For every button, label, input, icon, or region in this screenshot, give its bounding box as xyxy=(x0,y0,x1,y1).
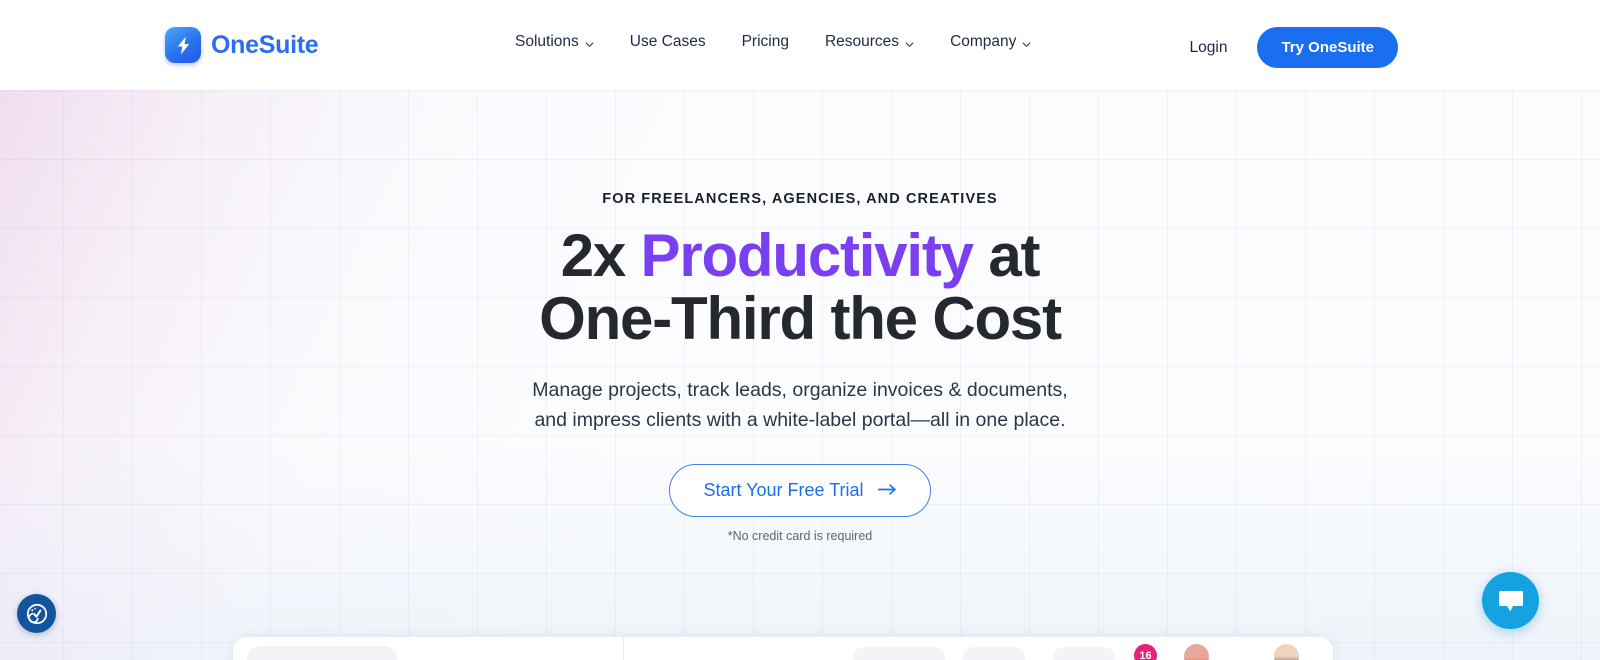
chevron-down-icon xyxy=(1022,36,1031,47)
headline-line-2: One-Third the Cost xyxy=(539,285,1062,352)
headline-part-2: at xyxy=(972,222,1040,289)
lightning-bolt-icon xyxy=(165,27,201,63)
headline-part-1: 2x xyxy=(560,222,641,289)
nav-item-use-cases[interactable]: Use Cases xyxy=(630,33,706,51)
cta-label: Start Your Free Trial xyxy=(703,480,864,501)
accessibility-widget-button[interactable] xyxy=(17,594,56,633)
arrow-right-icon xyxy=(877,480,897,501)
avatar[interactable] xyxy=(1274,644,1299,660)
nav-label: Solutions xyxy=(515,33,579,50)
hero-eyebrow: FOR FREELANCERS, AGENCIES, AND CREATIVES xyxy=(602,191,998,207)
nav-label: Resources xyxy=(824,33,900,50)
chevron-down-icon xyxy=(585,36,594,47)
main-nav: Solutions Use Cases Pricing Resources Co… xyxy=(515,33,1031,51)
hero-cta-wrap: Start Your Free Trial xyxy=(0,464,1600,518)
nav-item-solutions[interactable]: Solutions xyxy=(515,33,594,51)
avatar[interactable] xyxy=(1184,644,1209,660)
hero-subtitle: Manage projects, track leads, organize i… xyxy=(0,376,1600,435)
subtitle-line-1: Manage projects, track leads, organize i… xyxy=(532,379,1068,401)
hero-section: FOR FREELANCERS, AGENCIES, AND CREATIVES… xyxy=(0,90,1600,660)
header-actions: Login Try OneSuite xyxy=(1190,27,1398,68)
logo[interactable]: OneSuite xyxy=(165,27,319,63)
start-free-trial-button[interactable]: Start Your Free Trial xyxy=(669,464,931,518)
nav-label: Use Cases xyxy=(629,33,706,50)
cta-fineprint: *No credit card is required xyxy=(727,529,873,544)
toolbar-pill[interactable] xyxy=(963,647,1025,660)
logo-text: OneSuite xyxy=(211,30,319,59)
page-title: 2x Productivity at One-Third the Cost xyxy=(0,224,1600,350)
try-onesuite-button[interactable]: Try OneSuite xyxy=(1257,27,1398,68)
panel-divider xyxy=(623,637,624,660)
chat-widget-button[interactable] xyxy=(1482,572,1539,629)
app-search-input[interactable] xyxy=(247,646,397,660)
subtitle-line-2: and impress clients with a white-label p… xyxy=(534,408,1066,431)
toolbar-pill[interactable] xyxy=(853,647,945,660)
site-header: OneSuite Solutions Use Cases Pricing Res… xyxy=(0,0,1600,90)
app-preview-panel: 16 xyxy=(233,637,1333,660)
nav-label: Pricing xyxy=(741,33,789,50)
nav-item-company[interactable]: Company xyxy=(950,33,1031,51)
chat-bubble-icon xyxy=(1498,590,1523,611)
login-link[interactable]: Login xyxy=(1190,39,1228,57)
toolbar-pill[interactable] xyxy=(1053,647,1115,660)
nav-item-resources[interactable]: Resources xyxy=(825,33,914,51)
chevron-down-icon xyxy=(905,36,914,47)
accessibility-check-icon xyxy=(26,603,47,624)
hero-landing-page: OneSuite Solutions Use Cases Pricing Res… xyxy=(0,0,1600,660)
notification-badge[interactable]: 16 xyxy=(1134,644,1157,660)
nav-item-pricing[interactable]: Pricing xyxy=(742,33,789,51)
nav-label: Company xyxy=(950,33,1017,50)
headline-accent: Productivity xyxy=(640,222,975,289)
